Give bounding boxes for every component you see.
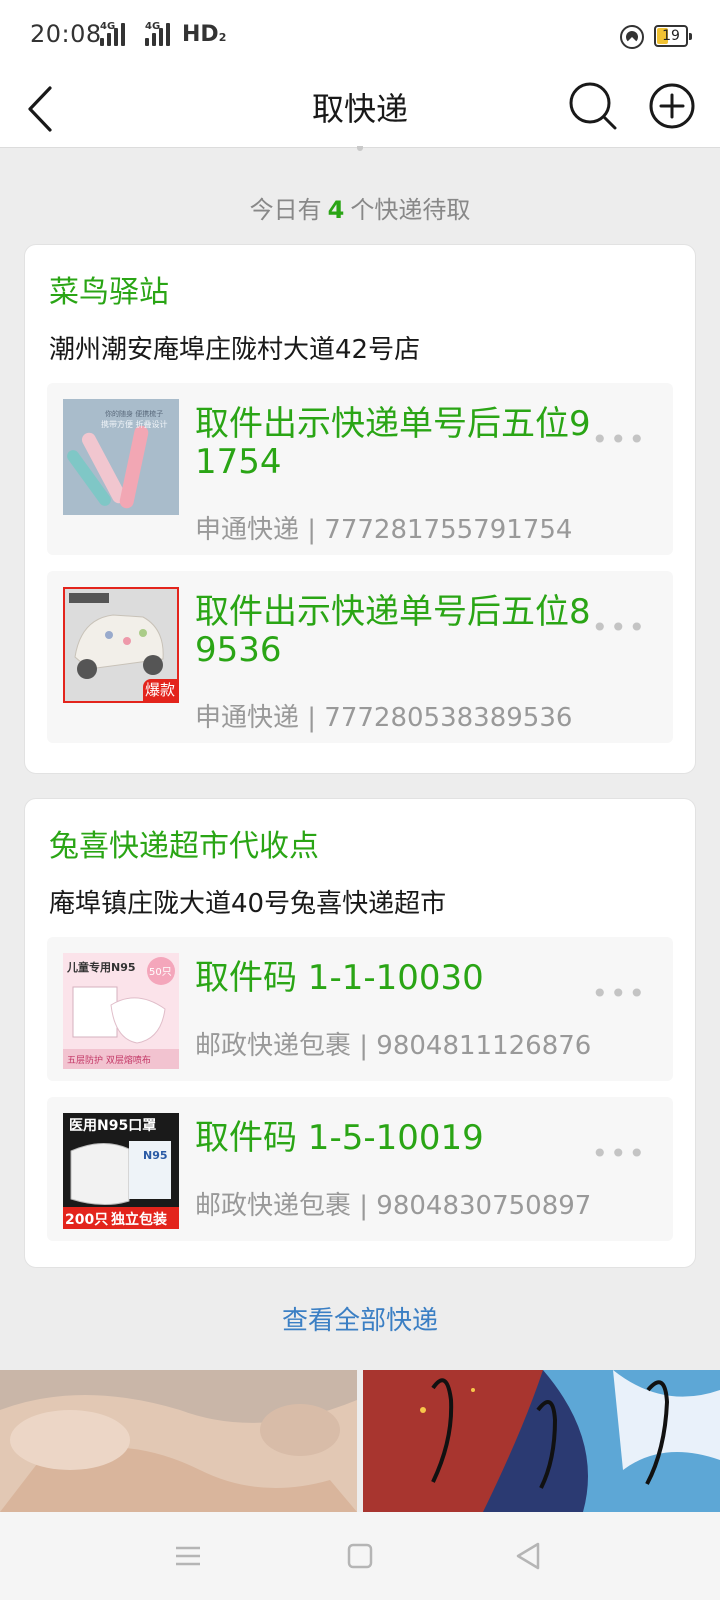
back-triangle-icon xyxy=(516,1542,540,1570)
menu-button[interactable] xyxy=(168,1536,208,1576)
status-bar: 20:08 4G 4G HD2 19 xyxy=(0,0,720,70)
back-nav-button[interactable] xyxy=(508,1536,548,1576)
pull-indicator xyxy=(357,146,363,151)
parcel-item[interactable]: 医用N95口罩 N95 200只 独立包装 取件码 1-5-10019 邮政快递… xyxy=(47,1097,673,1241)
home-square-icon xyxy=(347,1543,373,1569)
courier-tracking: 申通快递 | 777281755791754 xyxy=(195,515,573,545)
parcel-item[interactable]: 爆款 取件出示快递单号后五位89536 申通快递 | 7772805383895… xyxy=(47,571,673,743)
parcel-thumbnail: 爆款 xyxy=(63,587,179,703)
station-card: 菜鸟驿站 潮州潮安庵埠庄陇村大道42号店 你的随身 便携梳子 携带方便 折叠设计… xyxy=(24,244,696,774)
menu-icon xyxy=(176,1546,200,1566)
pending-summary: 今日有 4 个快递待取 xyxy=(249,196,471,224)
station-address: 庵埠镇庄陇大道40号兔喜快递超市 xyxy=(49,889,447,919)
home-button[interactable] xyxy=(340,1536,380,1576)
system-nav-bar xyxy=(0,1512,720,1600)
feed-image[interactable] xyxy=(363,1370,720,1512)
courier-tracking: 邮政快递包裹 | 9804811126876 xyxy=(195,1031,592,1061)
more-icon[interactable]: ••• xyxy=(591,611,647,644)
signal-icon-2: 4G xyxy=(145,20,175,46)
parcel-thumbnail: 你的随身 便携梳子 携带方便 折叠设计 xyxy=(63,399,179,515)
courier-tracking: 邮政快递包裹 | 9804830750897 xyxy=(195,1191,592,1221)
search-icon xyxy=(569,82,617,130)
recommend-feed xyxy=(0,1370,720,1512)
station-address: 潮州潮安庵埠庄陇村大道42号店 xyxy=(49,335,421,365)
feed-image[interactable] xyxy=(0,1370,357,1512)
parcel-item[interactable]: 儿童专用N95 50只 五层防护 双层熔喷布 取件码 1-1-10030 邮政快… xyxy=(47,937,673,1081)
pickup-code: 取件码 1-1-10030 xyxy=(195,958,484,998)
signal-icon: 4G xyxy=(100,20,130,46)
hd-indicator: HD2 xyxy=(182,22,227,47)
more-icon[interactable]: ••• xyxy=(591,423,647,456)
pickup-code: 取件码 1-5-10019 xyxy=(195,1118,484,1158)
pickup-code: 取件出示快递单号后五位91754 xyxy=(195,404,591,482)
battery-level: 19 xyxy=(662,28,680,44)
data-saver-icon xyxy=(620,25,644,49)
search-button[interactable] xyxy=(563,76,623,136)
station-name[interactable]: 菜鸟驿站 xyxy=(49,267,169,311)
battery-icon: 19 xyxy=(654,25,692,47)
parcel-thumbnail: 儿童专用N95 50只 五层防护 双层熔喷布 xyxy=(63,953,179,1069)
more-icon[interactable]: ••• xyxy=(591,1137,647,1170)
pending-count: 4 xyxy=(327,196,345,224)
plus-circle-icon xyxy=(649,83,695,129)
add-button[interactable] xyxy=(642,76,702,136)
station-name[interactable]: 兔喜快递超市代收点 xyxy=(49,821,319,865)
view-all-link[interactable]: 查看全部快递 xyxy=(0,1300,720,1337)
nav-bar: 取快递 xyxy=(0,70,720,148)
more-icon[interactable]: ••• xyxy=(591,977,647,1010)
pickup-code: 取件出示快递单号后五位89536 xyxy=(195,592,591,670)
parcel-thumbnail: 医用N95口罩 N95 200只 独立包装 xyxy=(63,1113,179,1229)
station-card: 兔喜快递超市代收点 庵埠镇庄陇大道40号兔喜快递超市 儿童专用N95 50只 五… xyxy=(24,798,696,1268)
status-time: 20:08 xyxy=(30,20,102,48)
courier-tracking: 申通快递 | 777280538389536 xyxy=(195,703,573,733)
parcel-item[interactable]: 你的随身 便携梳子 携带方便 折叠设计 取件出示快递单号后五位91754 申通快… xyxy=(47,383,673,555)
